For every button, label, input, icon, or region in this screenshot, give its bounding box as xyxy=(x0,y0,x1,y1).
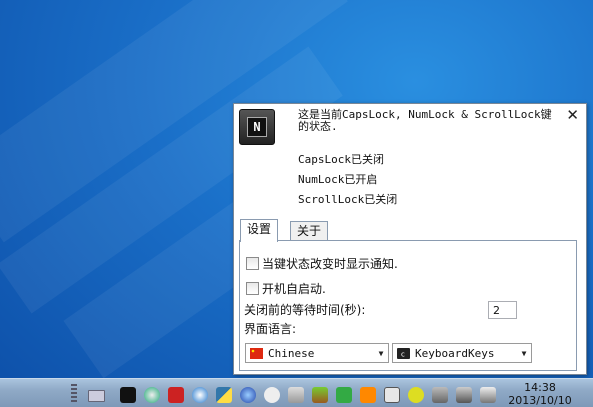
numlock-app-icon[interactable] xyxy=(120,387,136,403)
clock-time: 14:38 xyxy=(524,381,556,394)
notify-checkbox[interactable]: 当键状态改变时显示通知. xyxy=(246,255,398,272)
system-clock[interactable]: 14:38 2013/10/10 xyxy=(505,381,575,407)
language-select[interactable]: Chinese ▼ xyxy=(245,343,389,363)
autostart-checkbox-box[interactable] xyxy=(246,282,259,295)
tab-settings[interactable]: 设置 xyxy=(240,219,279,242)
chevron-down-icon: ▼ xyxy=(521,348,527,358)
pdf-icon[interactable] xyxy=(168,387,184,403)
autostart-checkbox[interactable]: 开机自启动. xyxy=(246,280,326,297)
minecraft-icon[interactable] xyxy=(312,387,328,403)
app-icon-letter: N xyxy=(247,117,267,137)
security-icon[interactable] xyxy=(288,387,304,403)
volume-muted-icon[interactable] xyxy=(480,387,496,403)
tab-about[interactable]: 关于 xyxy=(290,221,329,241)
notify-checkbox-label: 当键状态改变时显示通知. xyxy=(262,257,398,271)
status-message: 这是当前CapsLock, NumLock & ScrollLock键的状态. xyxy=(298,108,552,133)
language-label: 界面语言: xyxy=(244,322,297,336)
keyboard-icon[interactable] xyxy=(88,390,105,402)
window-icon[interactable] xyxy=(384,387,400,403)
numlock-status: NumLock已开启 xyxy=(298,173,378,186)
close-button[interactable]: ✕ xyxy=(566,107,579,123)
taskbar-grip[interactable] xyxy=(71,384,77,402)
inkscape-icon[interactable] xyxy=(264,387,280,403)
media-player-icon[interactable] xyxy=(240,387,256,403)
svg-text:c: c xyxy=(401,350,405,358)
lock-status-popup: ✕ N 这是当前CapsLock, NumLock & ScrollLock键的… xyxy=(233,103,587,375)
keyboard-key-icon: c xyxy=(397,347,410,359)
chevron-down-icon: ▼ xyxy=(378,348,384,358)
capslock-status: CapsLock已关闭 xyxy=(298,153,384,166)
notify-checkbox-box[interactable] xyxy=(246,257,259,270)
browser-icon[interactable] xyxy=(144,387,160,403)
green-app-icon[interactable] xyxy=(336,387,352,403)
theme-select[interactable]: c KeyboardKeys ▼ xyxy=(392,343,532,363)
add-icon[interactable] xyxy=(408,387,424,403)
autostart-checkbox-label: 开机自启动. xyxy=(262,282,326,296)
china-flag-icon xyxy=(250,347,263,359)
language-select-value: Chinese xyxy=(268,346,315,360)
computer-icon[interactable] xyxy=(456,387,472,403)
chrome-icon[interactable] xyxy=(192,387,208,403)
clock-date: 2013/10/10 xyxy=(508,394,572,407)
theme-select-value: KeyboardKeys xyxy=(415,346,495,360)
wait-time-input[interactable]: 2 xyxy=(488,301,517,319)
taskbar: 14:38 2013/10/10 xyxy=(0,378,593,407)
wait-time-label: 关闭前的等待时间(秒): xyxy=(244,303,366,317)
settings-panel: 当键状态改变时显示通知. 开机自启动. 关闭前的等待时间(秒): 2 界面语言:… xyxy=(239,240,577,371)
scrolllock-status: ScrollLock已关闭 xyxy=(298,193,398,206)
app-icon: N xyxy=(239,109,275,145)
python-icon[interactable] xyxy=(216,387,232,403)
taobao-icon[interactable] xyxy=(360,387,376,403)
network-disconnected-icon[interactable] xyxy=(432,387,448,403)
